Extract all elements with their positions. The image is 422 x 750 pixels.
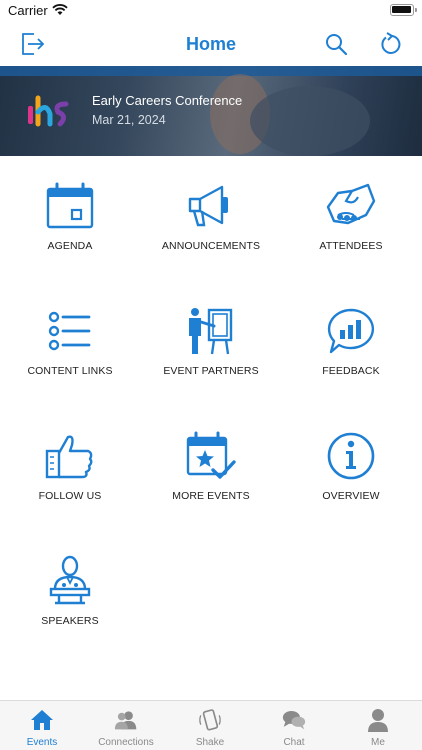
tile-label: CONTENT LINKS: [27, 365, 113, 377]
carrier-label: Carrier: [8, 3, 48, 18]
shake-phone-icon: [198, 707, 222, 733]
banner-photo-shape: [250, 86, 370, 156]
banner-stripe: [0, 66, 422, 76]
tile-content-links[interactable]: CONTENT LINKS: [0, 295, 140, 405]
tile-feedback[interactable]: FEEDBACK: [281, 295, 421, 405]
info-icon: [321, 428, 381, 484]
tile-label: AGENDA: [47, 240, 93, 252]
tab-shake[interactable]: Shake: [168, 701, 252, 750]
handshake-icon: [321, 178, 381, 234]
page-title: Home: [185, 34, 236, 54]
nav-bar: Home: [0, 22, 422, 66]
chat-bubbles-icon: [282, 707, 306, 733]
wifi-icon: [52, 3, 68, 21]
event-banner[interactable]: Early Careers Conference Mar 21, 2024: [0, 66, 422, 156]
chart-bubble-icon: [321, 303, 381, 359]
search-icon: [326, 34, 348, 56]
search-button[interactable]: [320, 28, 352, 60]
battery-icon: [390, 4, 417, 16]
tile-announcements[interactable]: ANNOUNCEMENTS: [141, 170, 281, 280]
tile-label: ATTENDEES: [319, 240, 383, 252]
presenter-icon: [181, 303, 241, 359]
tab-label: Me: [371, 737, 385, 748]
tile-label: FEEDBACK: [322, 365, 380, 377]
tab-label: Chat: [283, 737, 305, 748]
tile-event-partners[interactable]: EVENT PARTNERS: [141, 295, 281, 405]
tab-chat[interactable]: Chat: [252, 701, 336, 750]
person-icon: [366, 707, 390, 733]
thumbs-up-icon: [40, 428, 100, 484]
refresh-button[interactable]: [374, 28, 406, 60]
refresh-icon: [381, 32, 401, 54]
tile-more-events[interactable]: MORE EVENTS: [141, 420, 281, 530]
people-icon: [114, 707, 138, 733]
tile-label: MORE EVENTS: [172, 490, 250, 502]
tab-bar: Events Connections Shake Chat Me: [0, 700, 422, 750]
tab-me[interactable]: Me: [336, 701, 420, 750]
tile-label: EVENT PARTNERS: [163, 365, 259, 377]
tile-label: SPEAKERS: [41, 615, 99, 627]
tab-label: Connections: [98, 737, 154, 748]
tile-overview[interactable]: OVERVIEW: [281, 420, 421, 530]
event-name: Early Careers Conference: [92, 93, 243, 108]
event-date: Mar 21, 2024: [92, 113, 166, 127]
status-bar: Carrier: [0, 0, 422, 22]
tile-follow-us[interactable]: FOLLOW US: [0, 420, 140, 530]
tab-connections[interactable]: Connections: [84, 701, 168, 750]
tile-label: FOLLOW US: [38, 490, 102, 502]
tab-label: Events: [26, 737, 58, 748]
megaphone-icon: [181, 178, 241, 234]
tile-label: OVERVIEW: [322, 490, 380, 502]
calendar-star-icon: [181, 428, 241, 484]
speaker-podium-icon: [40, 553, 100, 609]
list-icon: [40, 303, 100, 359]
ihs-logo: [24, 94, 74, 133]
calendar-icon: [40, 178, 100, 234]
tile-speakers[interactable]: SPEAKERS: [0, 545, 140, 655]
tab-events[interactable]: Events: [0, 701, 84, 750]
home-icon: [30, 707, 54, 733]
tile-agenda[interactable]: AGENDA: [0, 170, 140, 280]
tile-attendees[interactable]: ATTENDEES: [281, 170, 421, 280]
tab-label: Shake: [195, 737, 225, 748]
tile-label: ANNOUNCEMENTS: [161, 240, 261, 252]
